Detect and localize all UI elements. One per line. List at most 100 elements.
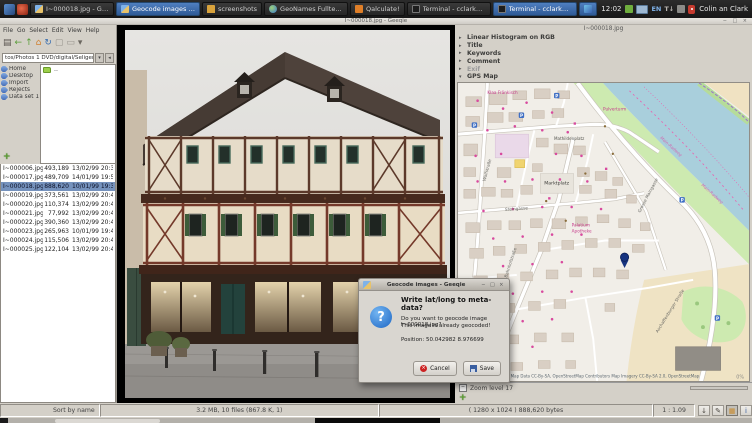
- path-input[interactable]: tos/Photos 1 DVD/digital/Seligenstadt: [2, 53, 94, 63]
- menu-go[interactable]: Go: [17, 27, 25, 34]
- up-icon[interactable]: ↑: [25, 39, 33, 48]
- app-icon: [584, 5, 592, 13]
- save-button[interactable]: Save: [463, 361, 501, 376]
- file-date: 13/02/99 20:39:56: [72, 165, 113, 172]
- taskbar-window-button[interactable]: I~000018.jpg - Geeqie: [30, 2, 114, 16]
- geeqie-icon: [121, 5, 129, 13]
- panel-menu-icon[interactable]: [4, 4, 15, 15]
- sidebar-item-rejects[interactable]: Rejects: [1, 87, 39, 93]
- terminal-icon: [412, 5, 420, 13]
- keyboard-layout-indicator[interactable]: EN: [651, 5, 661, 13]
- bottom-scrollbar-thumb[interactable]: [55, 419, 160, 423]
- file-row[interactable]: I~000019.jpg373,56113/02/99 20:40:00: [1, 191, 115, 200]
- section-linear-histogram-on-rgb[interactable]: ▸Linear Histogram on RGB: [459, 34, 750, 42]
- menu-help[interactable]: Help: [86, 27, 100, 34]
- file-size: 493,189: [43, 165, 72, 172]
- menu-file[interactable]: File: [3, 27, 13, 34]
- file-date: 10/01/99 19:40:46: [72, 228, 113, 235]
- parking-letter: P: [473, 123, 476, 128]
- sidebar-item-home[interactable]: Home: [1, 66, 39, 72]
- update-notifier-icon[interactable]: [625, 5, 633, 13]
- file-row[interactable]: I~000023.jpg265,96310/01/99 19:40:46: [1, 227, 115, 236]
- file-row[interactable]: I~000018.jpg888,62010/01/99 19:39:16: [1, 182, 115, 191]
- shortcut-label: Desktop: [9, 73, 33, 79]
- taskbar-window-button[interactable]: Terminal - cclark@taltr...: [493, 2, 577, 16]
- taskbar-window-button[interactable]: Geocode images - Gee...: [116, 2, 200, 16]
- add-map-button[interactable]: +: [459, 394, 467, 403]
- taskbar-window-label: GeoNames Fulltextsear...: [280, 5, 343, 13]
- geeqie-icon: [35, 5, 43, 13]
- section-keywords[interactable]: ▸Keywords: [459, 50, 750, 58]
- display-settings-icon[interactable]: [636, 5, 648, 14]
- section-comment[interactable]: ▸Comment: [459, 57, 750, 65]
- add-bookmark-button[interactable]: +: [3, 153, 11, 162]
- terminal-icon: [498, 5, 506, 13]
- sidebar-item-import[interactable]: Import: [1, 80, 39, 86]
- clock[interactable]: 12:02: [601, 5, 621, 13]
- section-gps-map[interactable]: ▾GPS Map: [459, 73, 750, 81]
- file-size: 122,104: [43, 246, 72, 253]
- shortcut-label: Import: [9, 80, 28, 86]
- chevron-right-icon: ▸: [459, 35, 464, 41]
- zoom-collapse-icon[interactable]: −: [459, 384, 467, 392]
- color-management-icon[interactable]: ▦: [726, 405, 738, 416]
- user-name[interactable]: Colin an Clark: [699, 5, 748, 13]
- file-row[interactable]: I~000025.jpg122,10413/02/99 20:40:08: [1, 245, 115, 254]
- path-dropdown-icon[interactable]: ▾: [95, 53, 104, 63]
- cancel-button[interactable]: × Cancel: [413, 361, 457, 376]
- zoom-progress-track[interactable]: [690, 386, 748, 390]
- refresh-icon[interactable]: ↻: [44, 39, 52, 48]
- taskbar-window-button[interactable]: [579, 2, 597, 16]
- taskbar-window-button[interactable]: Terminal - cclark@taltr...: [407, 2, 491, 16]
- file-row[interactable]: I~000021.jpg77,99213/02/99 20:40:02: [1, 209, 115, 218]
- section-title[interactable]: ▸Title: [459, 42, 750, 50]
- taskbar-window-button[interactable]: Qalculate!: [350, 2, 405, 16]
- file-size: 265,963: [43, 228, 72, 235]
- window-controls[interactable]: − □ ×: [723, 18, 749, 24]
- path-history-icon[interactable]: ◂: [105, 53, 114, 63]
- sort-by-button[interactable]: Sort by name: [0, 404, 100, 417]
- menu-select[interactable]: Select: [29, 27, 48, 34]
- taskbar-window-label: Terminal - cclark@taltr...: [509, 5, 572, 13]
- dialog-title: Geocode images - Geeqie: [371, 282, 481, 288]
- pipette-icon[interactable]: ✎: [712, 405, 724, 416]
- back-icon[interactable]: ←: [15, 39, 23, 48]
- input-method-icon[interactable]: T↓: [664, 5, 674, 13]
- screenlock-icon[interactable]: [688, 5, 695, 14]
- sidebar-item-data-set-1[interactable]: Data set 1: [1, 94, 39, 100]
- map-label: Pulverturm: [603, 106, 626, 111]
- zoom-ratio[interactable]: 1 : 1.09: [653, 404, 695, 417]
- file-row[interactable]: I~000022.jpg390,36013/02/99 20:40:06: [1, 218, 115, 227]
- file-size: 77,992: [43, 210, 72, 217]
- folder-up-item[interactable]: ..: [43, 66, 113, 73]
- taskbar-right: 12:02 ENT↓ Colin an Clark: [601, 5, 748, 14]
- float-file-list-icon[interactable]: ▭: [66, 39, 75, 48]
- sidebar-item-desktop[interactable]: Desktop: [1, 73, 39, 79]
- file-row[interactable]: I~000017.jpg489,70914/01/99 19:55:42: [1, 173, 115, 182]
- view-thumbnails-icon[interactable]: ▤: [3, 39, 12, 48]
- file-row[interactable]: I~000020.jpg110,37413/02/99 20:40:00: [1, 200, 115, 209]
- split-pane-icon[interactable]: ▢: [55, 39, 64, 48]
- file-browser-pane: FileGoSelectEditViewHelp ▤←↑⌂↻▢▭▾ tos/Ph…: [0, 25, 117, 403]
- dialog-window-controls[interactable]: − □ ×: [481, 282, 505, 288]
- first-image-icon[interactable]: ↓: [698, 405, 710, 416]
- menu-edit[interactable]: Edit: [52, 27, 64, 34]
- home-icon[interactable]: ⌂: [36, 39, 42, 48]
- sidebar-sections: ▸Linear Histogram on RGB▸Title▸Keywords▸…: [455, 33, 752, 81]
- window-titlebar[interactable]: I~000018.jpg - Geeqie − □ ×: [0, 18, 752, 25]
- volume-icon[interactable]: [677, 5, 685, 13]
- parking-letter: P: [681, 197, 684, 202]
- info-icon[interactable]: i: [740, 405, 752, 416]
- dialog-titlebar[interactable]: Geocode images - Geeqie − □ ×: [359, 279, 509, 291]
- file-row[interactable]: I~000024.jpg115,50613/02/99 20:40:08: [1, 236, 115, 245]
- parking-letter: P: [520, 113, 523, 118]
- file-date: 13/02/99 20:40:00: [72, 201, 113, 208]
- taskbar-window-button[interactable]: screenshots: [202, 2, 262, 16]
- panel-app-icon[interactable]: [17, 4, 28, 15]
- file-size: 115,506: [43, 237, 72, 244]
- toolbar-overflow-icon[interactable]: ▾: [78, 39, 83, 48]
- menu-view[interactable]: View: [68, 27, 82, 34]
- taskbar-window-button[interactable]: GeoNames Fulltextsear...: [264, 2, 348, 16]
- section-exif[interactable]: ▸Exif: [459, 65, 750, 73]
- file-row[interactable]: I~000006.jpg493,18913/02/99 20:39:56: [1, 164, 115, 173]
